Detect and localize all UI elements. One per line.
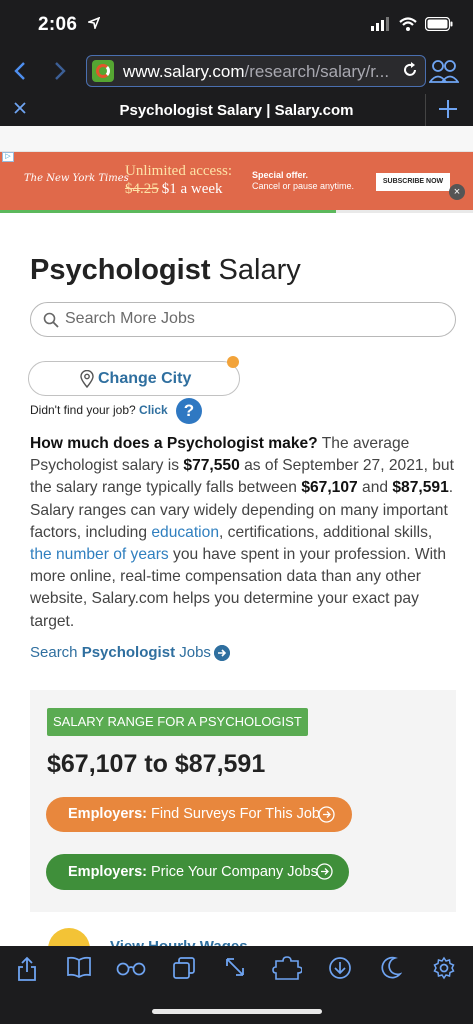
- arrow-right-circle-icon[interactable]: [214, 645, 230, 661]
- search-placeholder: Search More Jobs: [65, 310, 195, 327]
- fullscreen-icon[interactable]: [224, 956, 246, 978]
- url-text[interactable]: www.salary.com/research/salary/r...: [123, 62, 393, 82]
- ad-offer-title: Special offer.: [252, 170, 309, 180]
- ad-subscribe-button[interactable]: SUBSCRIBE NOW: [376, 173, 450, 191]
- wifi-icon: [399, 17, 417, 31]
- find-surveys-bold: Employers:: [68, 806, 147, 822]
- find-surveys-label: Find Surveys For This Job: [146, 806, 320, 822]
- education-link[interactable]: education: [151, 524, 219, 541]
- ad-old-price: $4.25: [125, 181, 159, 197]
- average-salary: $77,550: [183, 457, 240, 475]
- status-time: 2:06: [38, 14, 78, 35]
- tabs-icon[interactable]: [172, 956, 196, 980]
- ad-offer-sub: Cancel or pause anytime.: [252, 181, 355, 191]
- signal-icon: [371, 17, 389, 31]
- url-host: www.salary.com: [123, 62, 245, 81]
- salary-range-value: $67,107 to $87,591: [47, 750, 266, 778]
- share-icon[interactable]: [16, 956, 38, 982]
- bookmarks-icon[interactable]: [66, 956, 92, 978]
- arrow-right-circle-icon: [316, 863, 333, 880]
- ad-strip: [0, 126, 473, 152]
- ad-new-price: $1 a week: [161, 181, 223, 197]
- years-link[interactable]: the number of years: [30, 546, 169, 563]
- search-psychologist-jobs-link[interactable]: Search Psychologist Jobs: [30, 644, 211, 661]
- change-city-button[interactable]: Change City: [28, 361, 240, 396]
- click-link[interactable]: Click: [139, 403, 168, 417]
- forward-icon[interactable]: [52, 61, 68, 81]
- ad-choices-icon[interactable]: ▷: [2, 152, 14, 162]
- people-icon[interactable]: [429, 58, 459, 84]
- price-company-jobs-button[interactable]: Employers: Price Your Company Jobs: [46, 854, 349, 890]
- night-mode-moon-icon[interactable]: [380, 956, 402, 980]
- page-title-rest: Salary: [210, 254, 301, 286]
- home-indicator[interactable]: [152, 1009, 322, 1014]
- search-jobs-bold: Psychologist: [81, 644, 176, 661]
- page-title-bold: Psychologist: [30, 254, 211, 286]
- url-bar[interactable]: www.salary.com/research/salary/r...: [86, 55, 426, 87]
- location-arrow-icon: [88, 17, 100, 29]
- tab-divider: [425, 94, 426, 126]
- para-text-3: and: [357, 479, 393, 497]
- status-icons: [371, 17, 453, 31]
- search-jobs-pre: Search: [30, 644, 82, 661]
- find-surveys-button[interactable]: Employers: Find Surveys For This Job: [46, 797, 352, 832]
- extensions-puzzle-icon[interactable]: [272, 956, 302, 980]
- back-icon[interactable]: [12, 61, 28, 81]
- battery-icon: [425, 17, 453, 31]
- download-icon[interactable]: [328, 956, 352, 980]
- search-icon: [43, 312, 59, 328]
- ad-close-icon[interactable]: ×: [449, 184, 465, 200]
- reader-glasses-icon[interactable]: [116, 962, 146, 976]
- search-more-jobs-input[interactable]: Search More Jobs: [30, 302, 456, 337]
- arrow-right-circle-icon: [318, 806, 335, 823]
- didnt-find-label: Didn't find your job?: [30, 403, 136, 417]
- para-text-5: , certifications, additional skills,: [219, 523, 433, 541]
- browser-chrome: 2:06 www.salary.com/research/salary/r...…: [0, 0, 473, 126]
- url-path: /research/salary/r...: [244, 62, 390, 81]
- settings-gear-icon[interactable]: [432, 956, 456, 980]
- salary-range-tag: SALARY RANGE FOR A PSYCHOLOGIST: [47, 708, 308, 736]
- ad-logo: The New York Times: [24, 173, 129, 184]
- notification-dot: [227, 356, 239, 368]
- salary-high: $87,591: [392, 479, 449, 497]
- page-title: Psychologist Salary: [30, 254, 301, 287]
- new-tab-icon[interactable]: [437, 98, 459, 120]
- ad-offer: Special offer. Cancel or pause anytime.: [252, 170, 354, 192]
- salary-description: How much does a Psychologist make? The a…: [30, 433, 456, 633]
- price-jobs-label: Price Your Company Jobs: [146, 864, 318, 880]
- salary-low: $67,107: [301, 479, 358, 497]
- ad-headline: Unlimited access:: [125, 163, 233, 179]
- load-progress-fill: [0, 210, 336, 213]
- help-icon[interactable]: ?: [176, 398, 202, 424]
- didnt-find-text: Didn't find your job? Click: [30, 403, 168, 417]
- search-jobs-post: Jobs: [175, 644, 211, 661]
- tab-title[interactable]: Psychologist Salary | Salary.com: [0, 102, 473, 119]
- screen: 2:06 www.salary.com/research/salary/r...…: [0, 0, 473, 1024]
- site-favicon-icon: [92, 60, 114, 82]
- ad-price: $4.25 $1 a week: [125, 181, 223, 198]
- price-jobs-bold: Employers:: [68, 864, 147, 880]
- reload-icon[interactable]: [401, 61, 419, 79]
- change-city-label: Change City: [98, 370, 192, 387]
- para-question: How much does a Psychologist make?: [30, 435, 318, 452]
- location-pin-icon: [80, 370, 94, 388]
